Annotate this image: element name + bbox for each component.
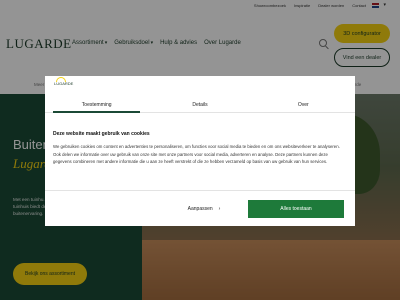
tab-toestemming[interactable]: Toestemming [45, 98, 148, 113]
dialog-body: We gebruiken cookies om content en adver… [53, 144, 340, 164]
customize-button[interactable]: Aanpassen › [167, 200, 241, 218]
dialog-logo: LUGARDE [54, 77, 74, 86]
chevron-right-icon: › [218, 206, 221, 212]
dialog-divider [45, 190, 355, 191]
tab-over[interactable]: Over [252, 98, 355, 112]
tab-details[interactable]: Details [148, 98, 251, 112]
accept-all-button[interactable]: Alles toestaan [248, 200, 344, 218]
dialog-heading: Deze website maakt gebruik van cookies [53, 131, 150, 137]
dialog-tabs: Toestemming Details Over [45, 98, 355, 113]
cookie-consent-dialog: LUGARDE Toestemming Details Over Deze we… [45, 76, 355, 226]
customize-label: Aanpassen [187, 206, 213, 212]
